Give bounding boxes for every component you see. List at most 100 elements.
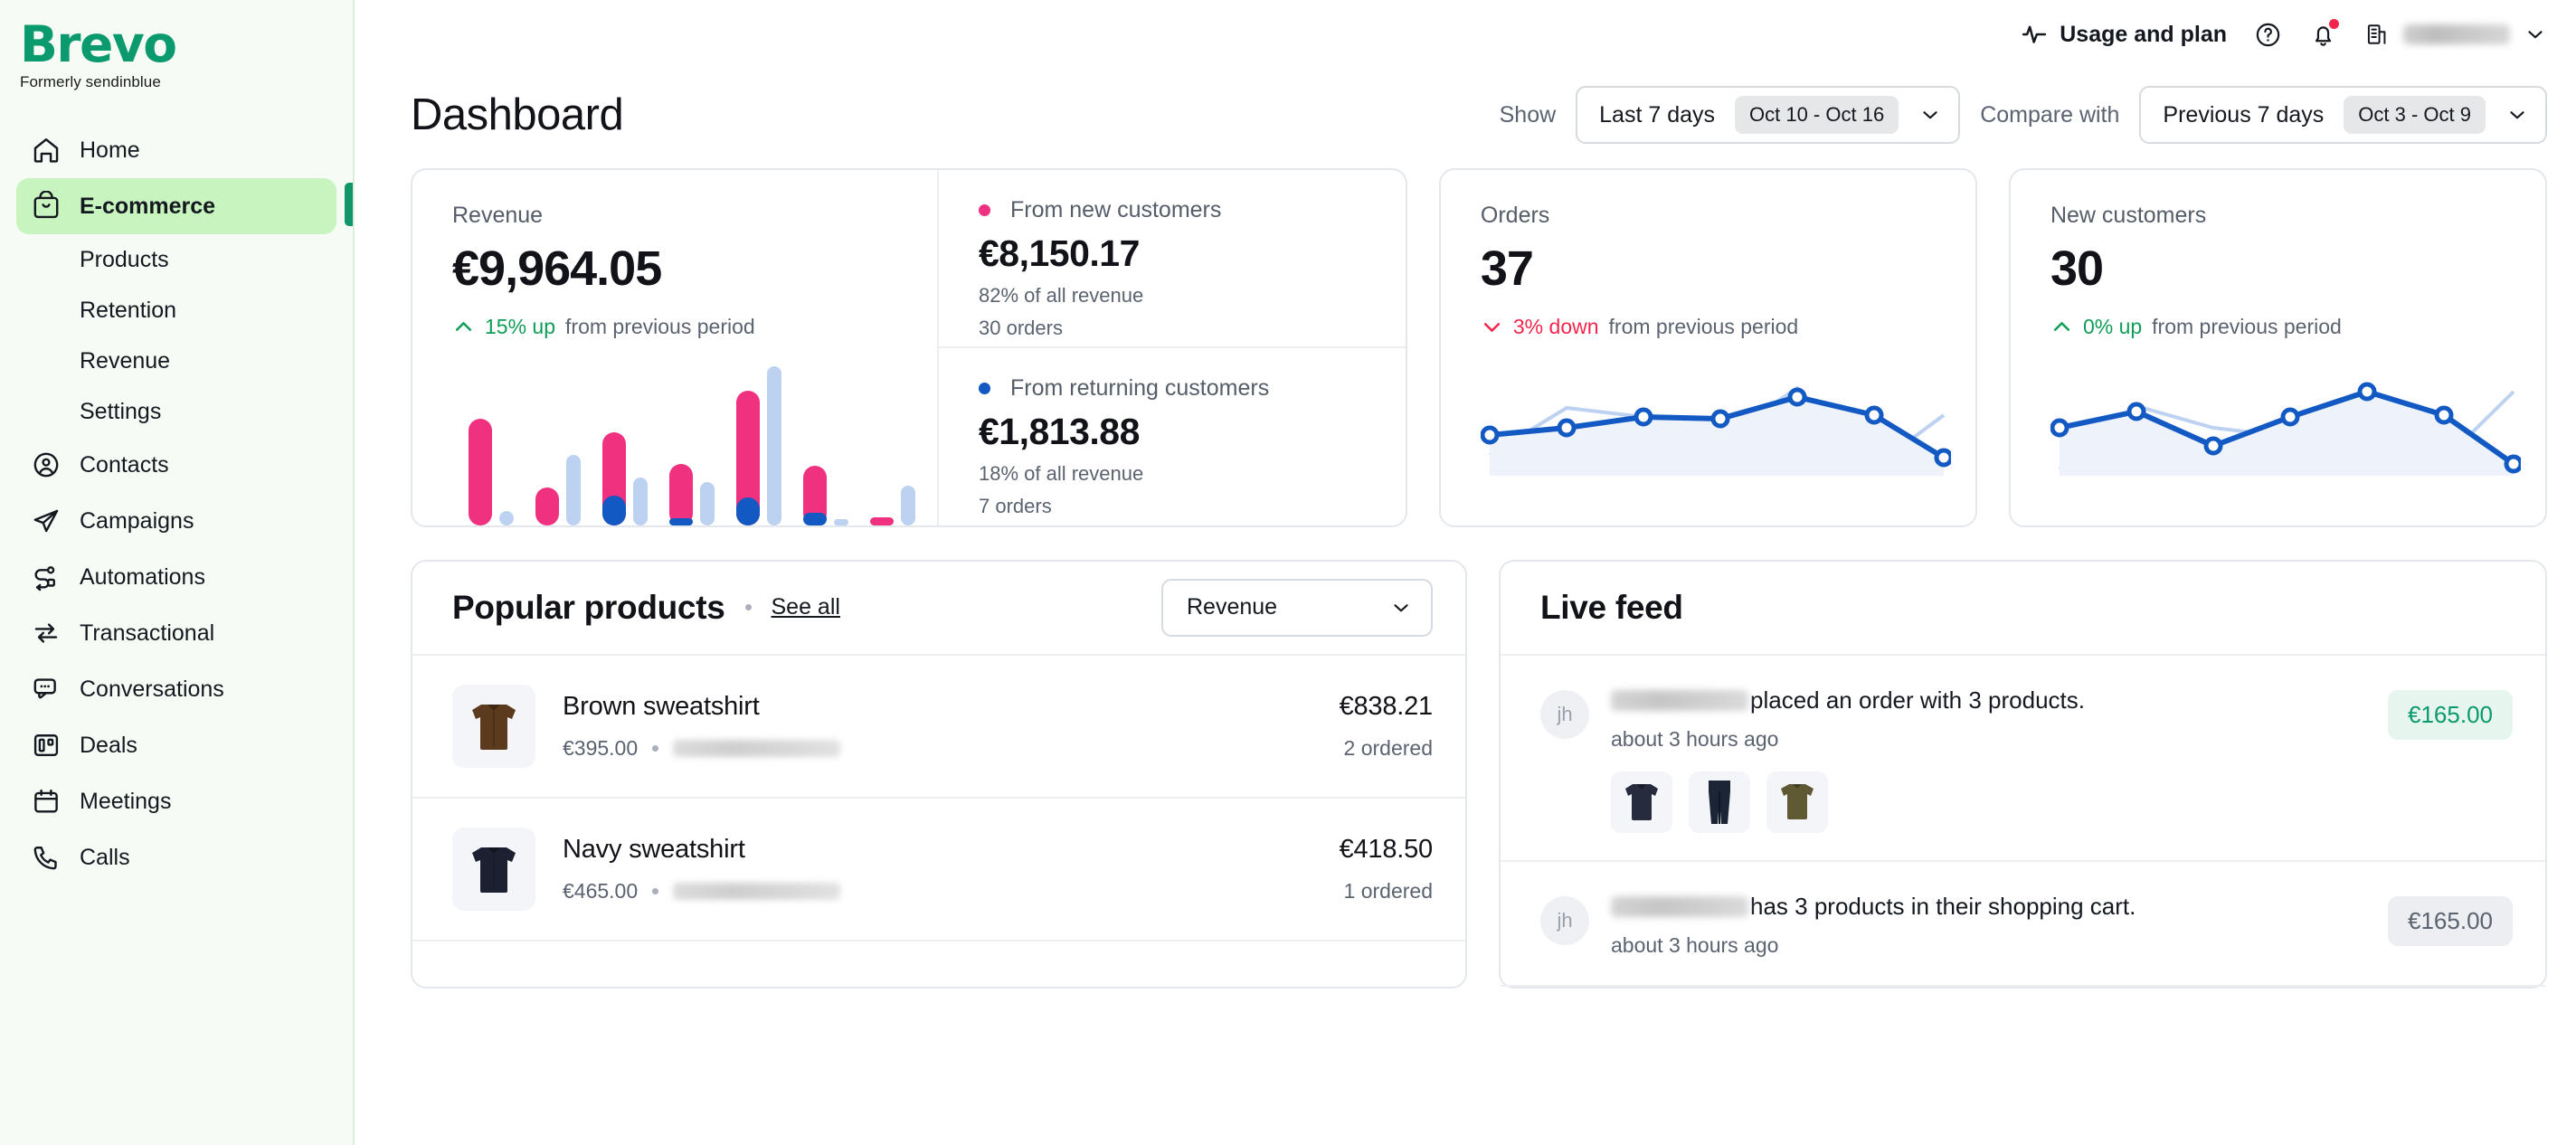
sidebar-item-conversations[interactable]: Conversations: [16, 661, 336, 717]
orders-delta-suffix: from previous period: [1608, 314, 1799, 338]
see-all-link[interactable]: See all: [772, 594, 840, 620]
table-row[interactable]: Navy sweatshirt €465.00 €418.50 1 ordere…: [412, 799, 1465, 942]
brand-logo[interactable]: Brevo Formerly sendinblue: [0, 0, 353, 91]
sidebar-item-label: Automations: [80, 563, 205, 590]
account-switcher[interactable]: [2364, 22, 2547, 47]
popular-products-sort-select[interactable]: Revenue: [1161, 578, 1433, 637]
active-section-indicator: [345, 183, 353, 226]
orders-delta: 3% down from previous period: [1481, 315, 1975, 339]
calendar-icon: [31, 786, 62, 817]
product-name: Navy sweatshirt: [563, 834, 745, 864]
product-ordered-count: 1 ordered: [1343, 878, 1433, 903]
table-row[interactable]: Brown sweatshirt €395.00 €838.21 2 order…: [412, 656, 1465, 799]
product-total: €418.50: [1339, 834, 1434, 864]
sidebar-item-label: Campaigns: [80, 507, 194, 534]
popular-products-card: Popular products See all Revenue Brown s…: [411, 559, 1467, 989]
kanban-icon: [31, 730, 62, 761]
sidebar-item-home[interactable]: Home: [16, 122, 336, 178]
chevron-down-icon: [2528, 31, 2543, 39]
product-ordered-count: 2 ordered: [1343, 735, 1433, 760]
sidebar-item-campaigns[interactable]: Campaigns: [16, 493, 336, 549]
revenue-delta-value: 15% up: [485, 314, 556, 338]
new-customers-delta: 0% up from previous period: [2050, 315, 2545, 339]
repeat-icon: [31, 618, 62, 648]
product-thumbnail: [452, 827, 535, 911]
sidebar-item-automations[interactable]: Automations: [16, 549, 336, 605]
revenue-bar-chart: [469, 363, 937, 525]
revenue-returning-customers: From returning customers €1,813.88 18% o…: [939, 346, 1406, 525]
compare-range-select[interactable]: Previous 7 days Oct 3 - Oct 9: [2139, 86, 2547, 144]
product-name: Brown sweatshirt: [563, 691, 760, 721]
brand-tagline: Formerly sendinblue: [20, 73, 161, 90]
pulse-icon: [2022, 25, 2047, 43]
orders-delta-value: 3% down: [1512, 314, 1599, 338]
show-label: Show: [1499, 101, 1557, 128]
sidebar-item-products[interactable]: Products: [16, 234, 336, 285]
chevron-down-icon: [2510, 111, 2524, 119]
returning-customers-share: 18% of all revenue: [979, 462, 1144, 486]
sidebar-item-deals[interactable]: Deals: [16, 717, 336, 773]
chevron-down-icon: [1394, 603, 1408, 612]
list-item[interactable]: jh placed an order with 3 products. abou…: [1501, 656, 2545, 862]
usage-and-plan-button[interactable]: Usage and plan: [2021, 21, 2227, 48]
chat-bubble-icon: [31, 674, 62, 705]
returning-customers-orders: 7 orders: [979, 495, 1052, 518]
sidebar-item-meetings[interactable]: Meetings: [16, 773, 336, 829]
sidebar-item-settings[interactable]: Settings: [16, 386, 336, 437]
question-circle-icon: [2256, 23, 2280, 46]
orders-label: Orders: [1480, 203, 1550, 228]
popular-products-title: Popular products: [452, 588, 725, 626]
product-thumbnail: [1689, 771, 1750, 833]
legend-dot-new: [979, 204, 990, 216]
live-feed-title: Live feed: [1540, 588, 1683, 626]
date-range-select[interactable]: Last 7 days Oct 10 - Oct 16: [1576, 86, 1961, 144]
product-total: €838.21: [1339, 691, 1434, 721]
list-item[interactable]: jh has 3 products in their shopping cart…: [1501, 862, 2545, 987]
product-thumbnail: [1766, 771, 1828, 833]
compare-label: Compare with: [1980, 101, 2120, 128]
popular-products-header: Popular products See all Revenue: [412, 562, 1465, 656]
sidebar: Brevo Formerly sendinblue Home E-commerc…: [0, 0, 355, 1145]
main-content: Usage and plan Dashboard Show Last 7 day…: [355, 0, 2576, 1145]
help-button[interactable]: [2254, 21, 2282, 49]
activity-text: has 3 products in their shopping cart.: [1750, 892, 2136, 920]
customer-name: [1611, 895, 1748, 917]
notifications-button[interactable]: [2309, 18, 2339, 49]
separator-dot: [744, 604, 752, 611]
avatar: jh: [1540, 895, 1589, 945]
new-customers-sparkline: [2050, 372, 2545, 480]
sidebar-item-label: Deals: [80, 732, 137, 758]
sidebar-item-transactional[interactable]: Transactional: [16, 605, 336, 661]
sidebar-item-revenue[interactable]: Revenue: [16, 336, 336, 386]
bar-current-1: [469, 418, 492, 525]
home-icon: [31, 135, 62, 166]
page-title: Dashboard: [411, 90, 624, 139]
sidebar-item-ecommerce[interactable]: E-commerce: [16, 178, 336, 234]
sort-value: Revenue: [1187, 594, 1278, 620]
separator-dot: [652, 744, 659, 752]
sidebar-item-label: Meetings: [80, 788, 172, 814]
sidebar-item-retention[interactable]: Retention: [16, 285, 336, 336]
bar-current-2: [535, 487, 559, 525]
automation-icon: [31, 562, 62, 592]
bar-previous-7: [901, 485, 915, 525]
activity-text: placed an order with 3 products.: [1750, 686, 2085, 714]
sidebar-item-contacts[interactable]: Contacts: [16, 437, 336, 493]
sidebar-item-label: Transactional: [80, 620, 215, 646]
chevron-down-icon: [1923, 111, 1937, 119]
date-filters: Show Last 7 days Oct 10 - Oct 16 Compare…: [1500, 86, 2547, 144]
returning-customers-title: From returning customers: [1010, 375, 1270, 402]
activity-time: about 3 hours ago: [1611, 932, 1779, 957]
sidebar-item-calls[interactable]: Calls: [16, 829, 336, 885]
paper-plane-icon: [31, 506, 62, 536]
activity-amount-badge: €165.00: [2388, 895, 2513, 946]
new-customers-label: New customers: [2050, 203, 2207, 228]
bar-previous-2: [566, 454, 581, 525]
activity-product-thumbnails: [1611, 771, 2388, 833]
legend-dot-returning: [979, 383, 990, 395]
bottom-cards-row: Popular products See all Revenue Brown s…: [355, 527, 2576, 989]
user-circle-icon: [31, 449, 62, 480]
product-thumbnail: [1611, 771, 1672, 833]
bar-current-6: [803, 465, 827, 525]
new-customers-delta-suffix: from previous period: [2152, 314, 2342, 338]
